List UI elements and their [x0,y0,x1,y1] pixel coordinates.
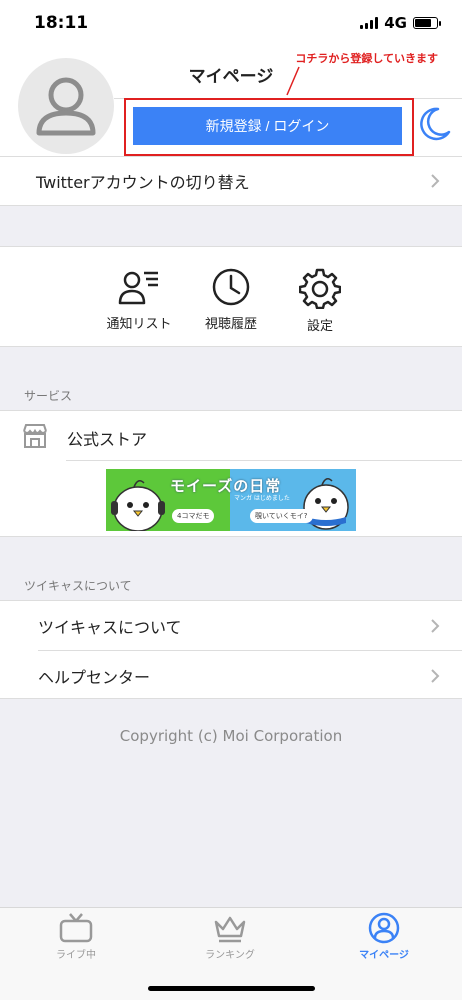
home-indicator [148,986,315,991]
store-icon [23,424,47,448]
official-store-row[interactable]: 公式ストア [0,411,462,461]
user-icon [368,912,400,944]
banner-tag-right: 覗いていくモイ? [250,509,313,523]
about-section-title: ツイキャスについて [24,579,132,593]
tab-mypage[interactable]: マイページ [334,912,434,961]
mascot-with-headphones-image [111,480,165,531]
crown-icon [214,916,246,943]
tab-live-label: ライブ中 [56,950,96,961]
tv-icon [59,913,93,943]
watch-history-label: 視聴履歴 [204,317,257,332]
status-bar: 18:11 4G [0,0,462,44]
network-type: 4G [384,14,407,32]
about-twitcasting-row[interactable]: ツイキャスについて [0,601,462,650]
twitter-switch-label: Twitterアカウントの切り替え [36,173,250,192]
twitter-account-switch-row[interactable]: Twitterアカウントの切り替え [0,157,462,206]
tab-mypage-label: マイページ [359,950,409,961]
official-store-label: 公式ストア [67,430,148,449]
clock-icon [212,268,250,306]
tab-ranking-label: ランキング [205,950,255,961]
notification-list-label: 通知リスト [106,317,172,332]
status-indicators: 4G [360,14,441,32]
settings-label: 設定 [306,319,333,334]
banner-tag-left: 4コマだモ [172,509,215,523]
annotation-text: コチラから登録していきます [295,52,438,65]
profile-header: マイページ コチラから登録していきます 新規登録 / ログイン [0,44,462,157]
help-center-row[interactable]: ヘルプセンター [0,651,462,700]
chevron-right-icon [431,618,440,633]
moize-manga-banner[interactable]: 4コマだモ 覗いていくモイ? モイーズの日常 マンガ はじめました [106,469,356,531]
moon-icon[interactable] [418,106,452,142]
about-twitcasting-label: ツイキャスについて [38,617,182,637]
battery-icon [413,17,441,29]
shortcut-panel: 通知リスト 視聴履歴 設定 [0,246,462,347]
tab-live[interactable]: ライブ中 [26,912,126,961]
notification-list-icon [118,271,158,305]
services-panel: 公式ストア 4コマだモ 覗いていくモイ? モイーズの日常 マンガ はじめました [0,410,462,537]
chevron-right-icon [431,174,440,188]
settings-shortcut[interactable]: 設定 [275,267,365,334]
chevron-right-icon [431,668,440,683]
gear-icon [299,268,341,309]
watch-history-shortcut[interactable]: 視聴履歴 [186,267,276,332]
notification-list-shortcut[interactable]: 通知リスト [94,267,184,332]
help-center-label: ヘルプセンター [38,667,151,687]
status-time: 18:11 [34,13,89,33]
annotation-pointer [286,66,300,96]
services-section-title: サービス [24,389,73,403]
about-panel: ツイキャスについて ヘルプセンター [0,600,462,699]
tab-ranking[interactable]: ランキング [180,912,280,961]
store-divider [66,460,462,461]
signup-login-button[interactable]: 新規登録 / ログイン [133,107,402,145]
signal-icon [360,17,379,29]
banner-subtitle: マンガ はじめました [234,495,290,502]
copyright-text: Copyright (c) Moi Corporation [119,727,343,745]
